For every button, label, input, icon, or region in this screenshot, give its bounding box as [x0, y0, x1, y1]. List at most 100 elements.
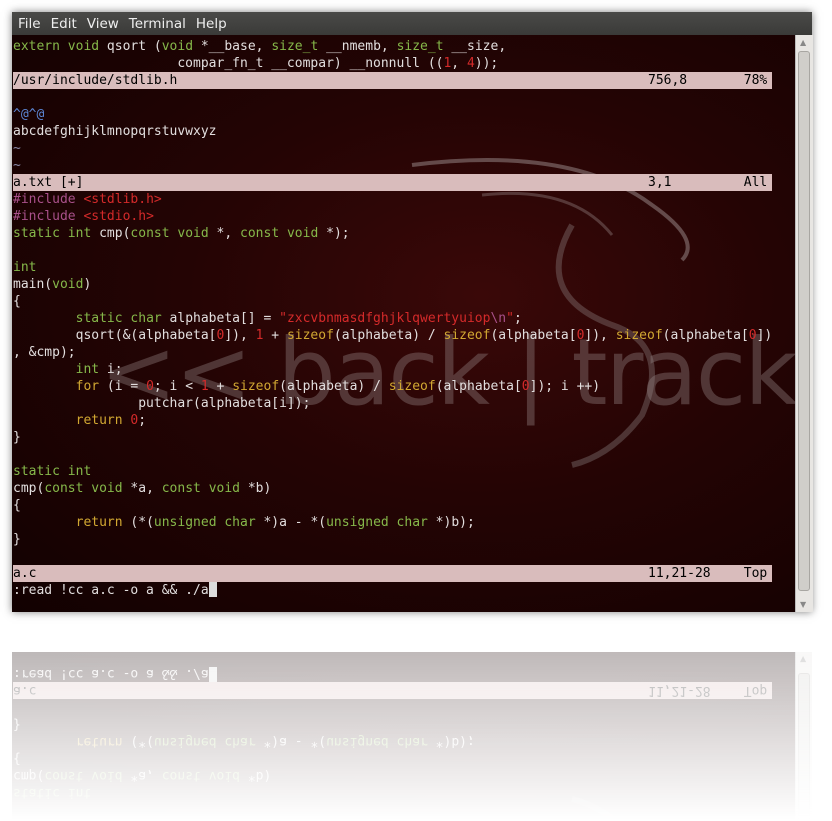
code-token: (alphabeta[ [662, 328, 749, 343]
code-token: ]); i ++) [529, 379, 601, 394]
status-line: /usr/include/stdlib.h 756,8 78% [13, 72, 773, 89]
code-token: __size, [443, 39, 507, 54]
code-token: ~ [13, 158, 21, 173]
code-token: sizeof [443, 328, 491, 343]
terminal-area[interactable]: << back | track 5 extern void qsort (voi… [12, 35, 795, 612]
code-token: size_t [396, 39, 444, 54]
code-token: const void [44, 481, 123, 496]
scroll-down-icon[interactable]: ▼ [800, 600, 806, 609]
code-token: (i = [99, 379, 147, 394]
code-token: ~ [13, 141, 21, 156]
code-token: ]) [756, 328, 773, 343]
code-token: " [506, 311, 514, 326]
code-token: for [75, 379, 100, 394]
scrollbar[interactable]: ▲ ▼ [795, 35, 813, 612]
code-line: ~ [13, 157, 772, 174]
code-line: } [13, 531, 772, 548]
code-token: } [13, 532, 21, 547]
code-token: ]), [224, 328, 256, 343]
code-line: static int cmp(const void *, const void … [13, 225, 772, 242]
code-token: sizeof [232, 379, 280, 394]
menu-edit[interactable]: Edit [46, 16, 82, 32]
code-token: ) [83, 277, 92, 292]
code-line: ^@^@ [13, 106, 772, 123]
code-line: #include <stdio.h> [13, 208, 772, 225]
code-token: main( [13, 277, 53, 292]
cursor [208, 582, 217, 597]
code-token: int [75, 362, 100, 377]
status-line: a.txt [+] 3,1 All [13, 174, 773, 191]
code-token: void [161, 39, 194, 54]
menu-file[interactable]: File [12, 16, 46, 32]
status-percent: Top [743, 566, 768, 581]
menu-help[interactable]: Help [191, 16, 232, 32]
code-token: 0 [146, 379, 154, 394]
code-token: { [13, 498, 21, 513]
command-input[interactable]: :read !cc a.c -o a && ./a [13, 583, 209, 598]
code-token: ; i < [153, 379, 201, 394]
code-token: const void [240, 226, 319, 241]
code-token: int [13, 260, 37, 275]
code-line: { [13, 293, 772, 310]
code-line: putchar(alphabeta[i]); [13, 395, 772, 412]
scroll-up-icon[interactable]: ▲ [800, 38, 806, 47]
code-line: qsort(&(alphabeta[0]), 1 + sizeof(alphab… [13, 327, 773, 344]
code-token: { [13, 294, 21, 309]
code-token: + [263, 328, 287, 343]
status-line: a.c 11,21-28 Top [13, 565, 773, 582]
code-token: const void [161, 481, 241, 496]
code-token: qsort ( [99, 39, 162, 54]
code-token: ^@^@ [13, 107, 45, 122]
code-token: void [52, 277, 84, 292]
code-token: *b) [240, 481, 272, 496]
code-token: static char [75, 311, 162, 326]
code-token: extern void [13, 39, 100, 54]
code-token: + [208, 379, 233, 394]
menu-view[interactable]: View [82, 16, 124, 32]
code-token: cmp( [91, 226, 131, 241]
code-token: <stdio.h> [83, 209, 154, 224]
status-position: 3,1 [648, 175, 672, 190]
code-line: return (*(unsigned char *)a - *(unsigned… [13, 514, 772, 531]
code-token: size_t [271, 39, 319, 54]
code-token: *); [318, 226, 350, 241]
menu-terminal[interactable]: Terminal [124, 16, 191, 32]
code-token: ; [513, 311, 522, 326]
code-token: return [75, 515, 123, 530]
code-token: unsigned char [326, 515, 428, 530]
code-line: static char alphabeta[] = "zxcvbnmasdfgh… [13, 310, 772, 327]
code-line: extern void qsort (void *__base, size_t … [13, 38, 772, 55]
code-line: main(void) [13, 276, 772, 293]
code-line: cmp(const void *a, const void *b) [13, 480, 772, 497]
code-token: qsort(&(alphabeta[ [13, 328, 217, 343]
status-position: 756,8 [648, 73, 688, 88]
code-token: static int [13, 464, 92, 479]
code-line: compar_fn_t __compar) __nonnull ((1, 4))… [13, 55, 772, 72]
code-token: 4 [466, 56, 475, 71]
status-filename: /usr/include/stdlib.h [13, 73, 178, 88]
code-token: __nmemb, [318, 39, 397, 54]
code-token: compar_fn_t __compar) __nonnull (( [13, 56, 444, 71]
code-token: abcdefghijklmnopqrstuvwxyz [13, 124, 217, 139]
status-filename: a.txt [+] [13, 175, 84, 190]
code-line: int i; [13, 361, 772, 378]
code-token: #include [13, 209, 84, 224]
code-token: 0 [748, 328, 757, 343]
code-token: ; [138, 413, 147, 428]
code-token: putchar(alphabeta[i]); [13, 396, 311, 411]
code-token: alphabeta[] = [161, 311, 280, 326]
code-token: const void [130, 226, 209, 241]
code-token: (alphabeta[ [490, 328, 577, 343]
scrollbar-thumb[interactable] [798, 51, 810, 591]
code-token: ]), [584, 328, 616, 343]
code-line: abcdefghijklmnopqrstuvwxyz [13, 123, 772, 140]
